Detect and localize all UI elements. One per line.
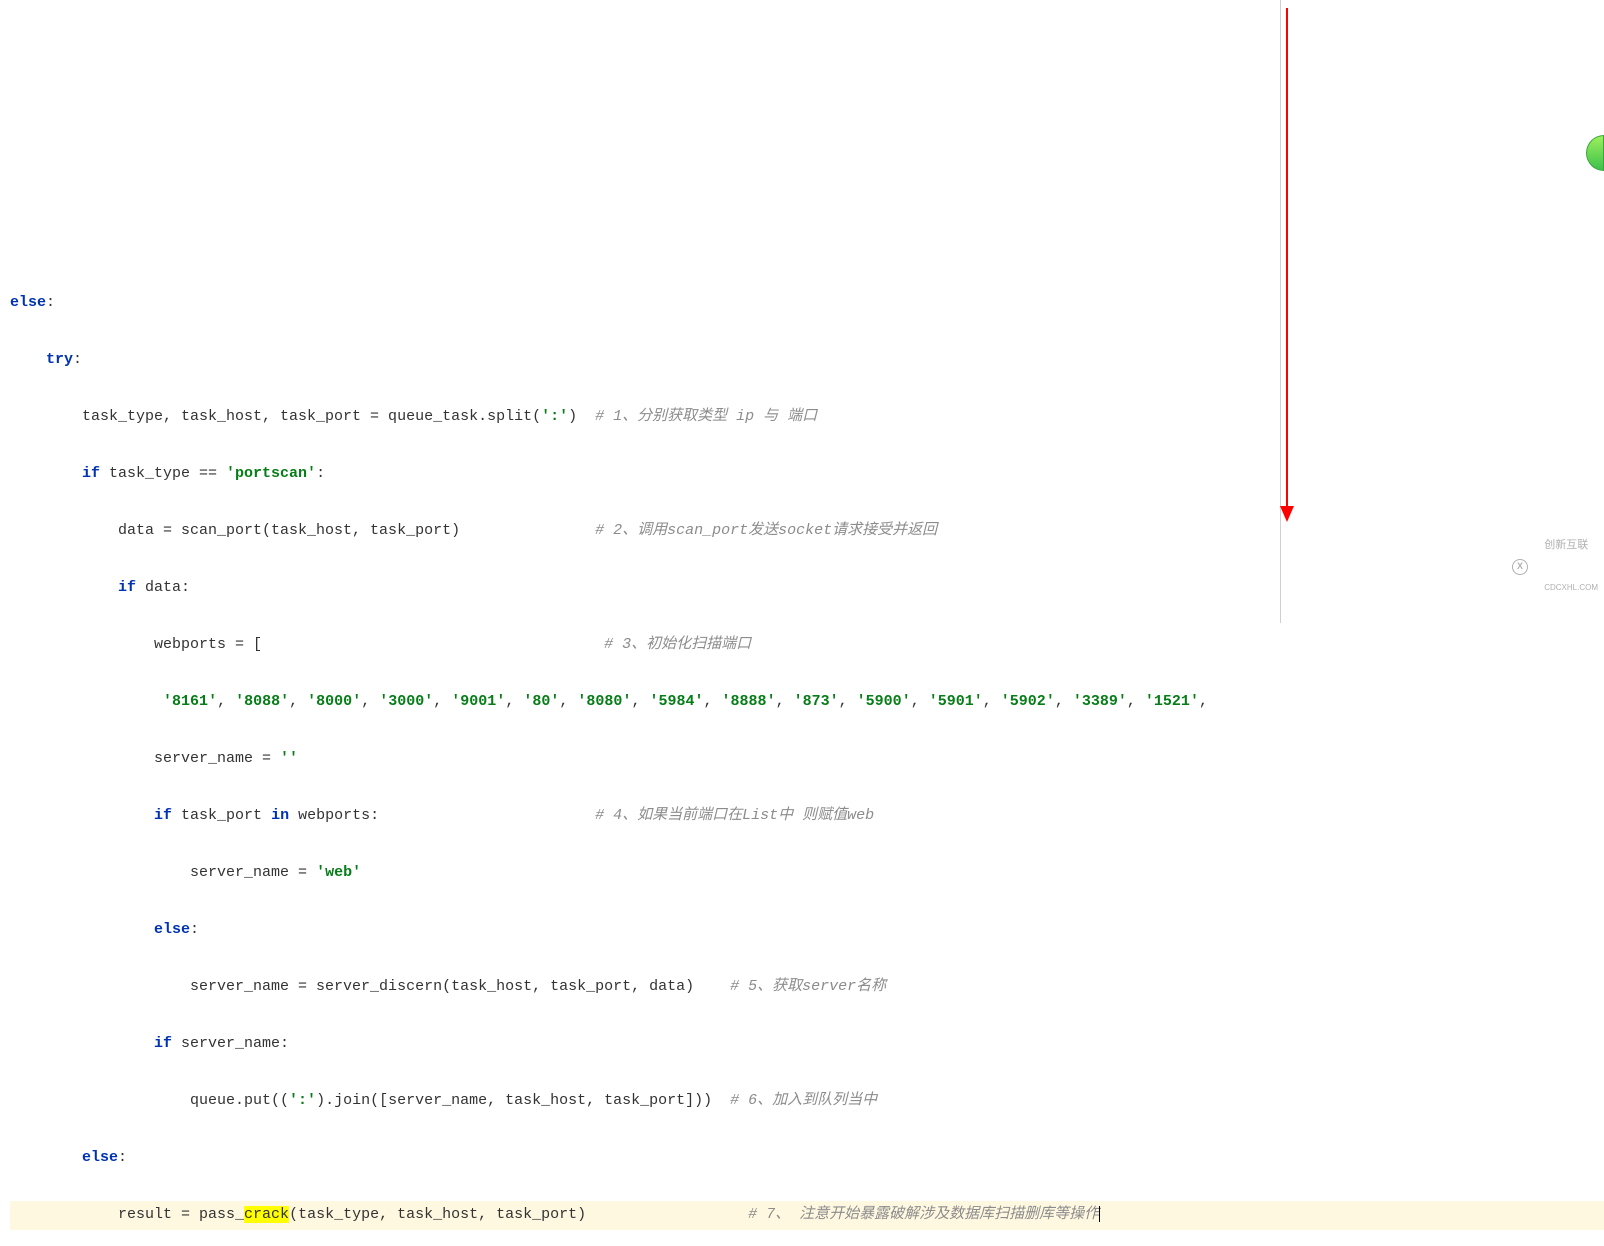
code-line: if task_type == 'portscan': [10, 460, 1604, 489]
code-line: server_name = 'web' [10, 859, 1604, 888]
code-line: else: [10, 1144, 1604, 1173]
code-line-highlighted: result = pass_crack(task_type, task_host… [10, 1201, 1604, 1230]
code-line: webports = [ # 3、初始化扫描端口 [10, 631, 1604, 660]
code-block: else: try: task_type, task_host, task_po… [0, 257, 1604, 1246]
annotation-arrow-head [1280, 506, 1294, 522]
code-line: else: [10, 289, 1604, 318]
watermark-subtext: CDCXHL.COM [1544, 583, 1598, 592]
editor-margin-line [1280, 0, 1281, 623]
code-line: if task_port in webports: # 4、如果当前端口在Lis… [10, 802, 1604, 831]
watermark: X 创新互联 CDCXHL.COM [1512, 515, 1598, 619]
side-badge [1586, 135, 1604, 171]
code-line: task_type, task_host, task_port = queue_… [10, 403, 1604, 432]
search-match-highlight: crack [244, 1206, 289, 1223]
watermark-icon: X [1512, 559, 1528, 575]
code-line: else: [10, 916, 1604, 945]
code-line: server_name = server_discern(task_host, … [10, 973, 1604, 1002]
code-line: data = scan_port(task_host, task_port) #… [10, 517, 1604, 546]
watermark-text: 创新互联 [1544, 539, 1588, 551]
code-line: if data: [10, 574, 1604, 603]
code-line: try: [10, 346, 1604, 375]
annotation-arrow-line [1286, 8, 1288, 508]
text-cursor [1099, 1206, 1100, 1222]
code-line: queue.put((':').join([server_name, task_… [10, 1087, 1604, 1116]
code-line: '8161', '8088', '8000', '3000', '9001', … [10, 688, 1604, 717]
code-line: server_name = '' [10, 745, 1604, 774]
code-line: if server_name: [10, 1030, 1604, 1059]
